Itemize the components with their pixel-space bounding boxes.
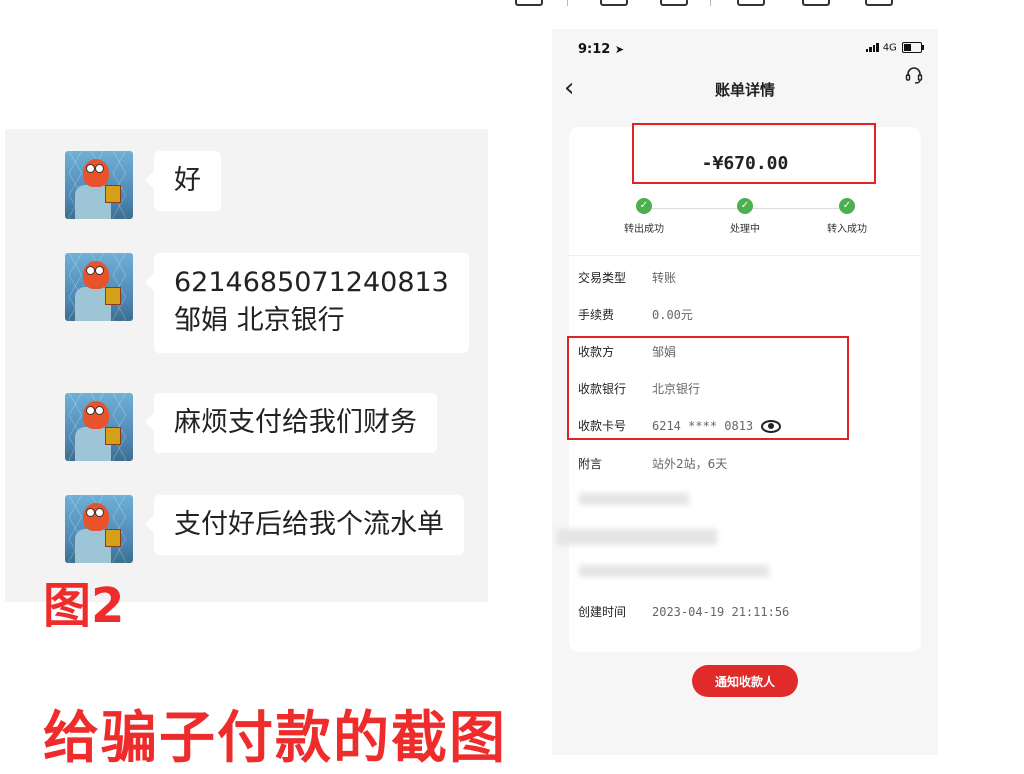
toolbar-icon[interactable] — [865, 0, 893, 6]
toolbar-separator — [710, 0, 711, 6]
message-account-name: 邹娟 北京银行 — [174, 305, 345, 336]
step-label: 转入成功 — [827, 224, 867, 235]
blurred-region — [557, 529, 717, 545]
step-label: 处理中 — [730, 224, 760, 235]
message-account-number: 6214685071240813 — [174, 267, 449, 298]
blurred-region — [579, 493, 689, 505]
check-circle-icon: ✓ — [737, 198, 753, 214]
toolbar-icon[interactable] — [515, 0, 543, 6]
message-bubble[interactable]: 支付好后给我个流水单 — [145, 495, 464, 555]
detail-label: 手续费 — [578, 308, 615, 322]
notify-payee-button[interactable]: 通知收款人 — [692, 665, 798, 697]
toolbar-icon[interactable] — [802, 0, 830, 6]
progress-step: ✓ 转出成功 — [604, 198, 684, 235]
detail-label: 创建时间 — [578, 605, 627, 619]
toolbar-icon[interactable] — [660, 0, 688, 6]
highlight-box-amount — [632, 123, 876, 184]
avatar[interactable] — [65, 253, 133, 321]
message-bubble[interactable]: 好 — [145, 151, 221, 211]
detail-value: 站外2站，6天 — [652, 457, 728, 471]
status-time-text: 9:12 — [578, 42, 611, 57]
location-arrow-icon: ➤ — [614, 43, 625, 56]
highlight-box-payee — [567, 336, 849, 440]
signal-icon — [865, 43, 880, 52]
toolbar-separator — [567, 0, 568, 6]
phone-screenshot: 9:12 ➤ 4G ‹ 账单详情 -¥670.00 ✓ 转出成功 ✓ 处理中 ✓… — [552, 29, 938, 755]
caption: 给骗子付款的截图 — [43, 706, 507, 771]
figure-label: 图2 — [43, 578, 125, 634]
divider — [569, 255, 921, 256]
detail-value: 转账 — [652, 271, 677, 285]
avatar[interactable] — [65, 393, 133, 461]
top-toolbar-fragment — [505, 0, 905, 6]
detail-value: 2023-04-19 21:11:56 — [652, 605, 790, 619]
check-circle-icon: ✓ — [636, 198, 652, 214]
detail-row-fee: 手续费 0.00元 — [578, 306, 693, 323]
battery-icon — [902, 42, 924, 53]
progress-step: ✓ 处理中 — [705, 198, 785, 235]
blurred-region — [579, 565, 769, 577]
network-label: 4G — [882, 42, 897, 54]
headset-icon[interactable] — [904, 65, 924, 85]
detail-label: 交易类型 — [578, 271, 627, 285]
detail-row-note: 附言 站外2站，6天 — [578, 455, 727, 472]
detail-row-created: 创建时间 2023-04-19 21:11:56 — [578, 603, 789, 620]
detail-row-type: 交易类型 转账 — [578, 269, 676, 286]
chat-panel: 好 6214685071240813 邹娟 北京银行 麻烦支付给我们财务 支付好… — [5, 129, 488, 602]
status-bar-right: 4G — [865, 42, 924, 54]
detail-value: 0.00元 — [652, 308, 693, 322]
toolbar-icon[interactable] — [600, 0, 628, 6]
progress-step: ✓ 转入成功 — [807, 198, 887, 235]
detail-label: 附言 — [578, 457, 603, 471]
bill-detail-card: -¥670.00 ✓ 转出成功 ✓ 处理中 ✓ 转入成功 交易类型 转账 手续费 0… — [557, 123, 921, 652]
toolbar-icon[interactable] — [737, 0, 765, 6]
status-bar-time: 9:12 ➤ — [578, 42, 624, 57]
avatar[interactable] — [65, 495, 133, 563]
avatar[interactable] — [65, 151, 133, 219]
message-bubble[interactable]: 6214685071240813 邹娟 北京银行 — [145, 253, 469, 353]
page-title: 账单详情 — [714, 81, 775, 99]
message-bubble[interactable]: 麻烦支付给我们财务 — [145, 393, 437, 453]
step-label: 转出成功 — [624, 224, 664, 235]
check-circle-icon: ✓ — [839, 198, 855, 214]
